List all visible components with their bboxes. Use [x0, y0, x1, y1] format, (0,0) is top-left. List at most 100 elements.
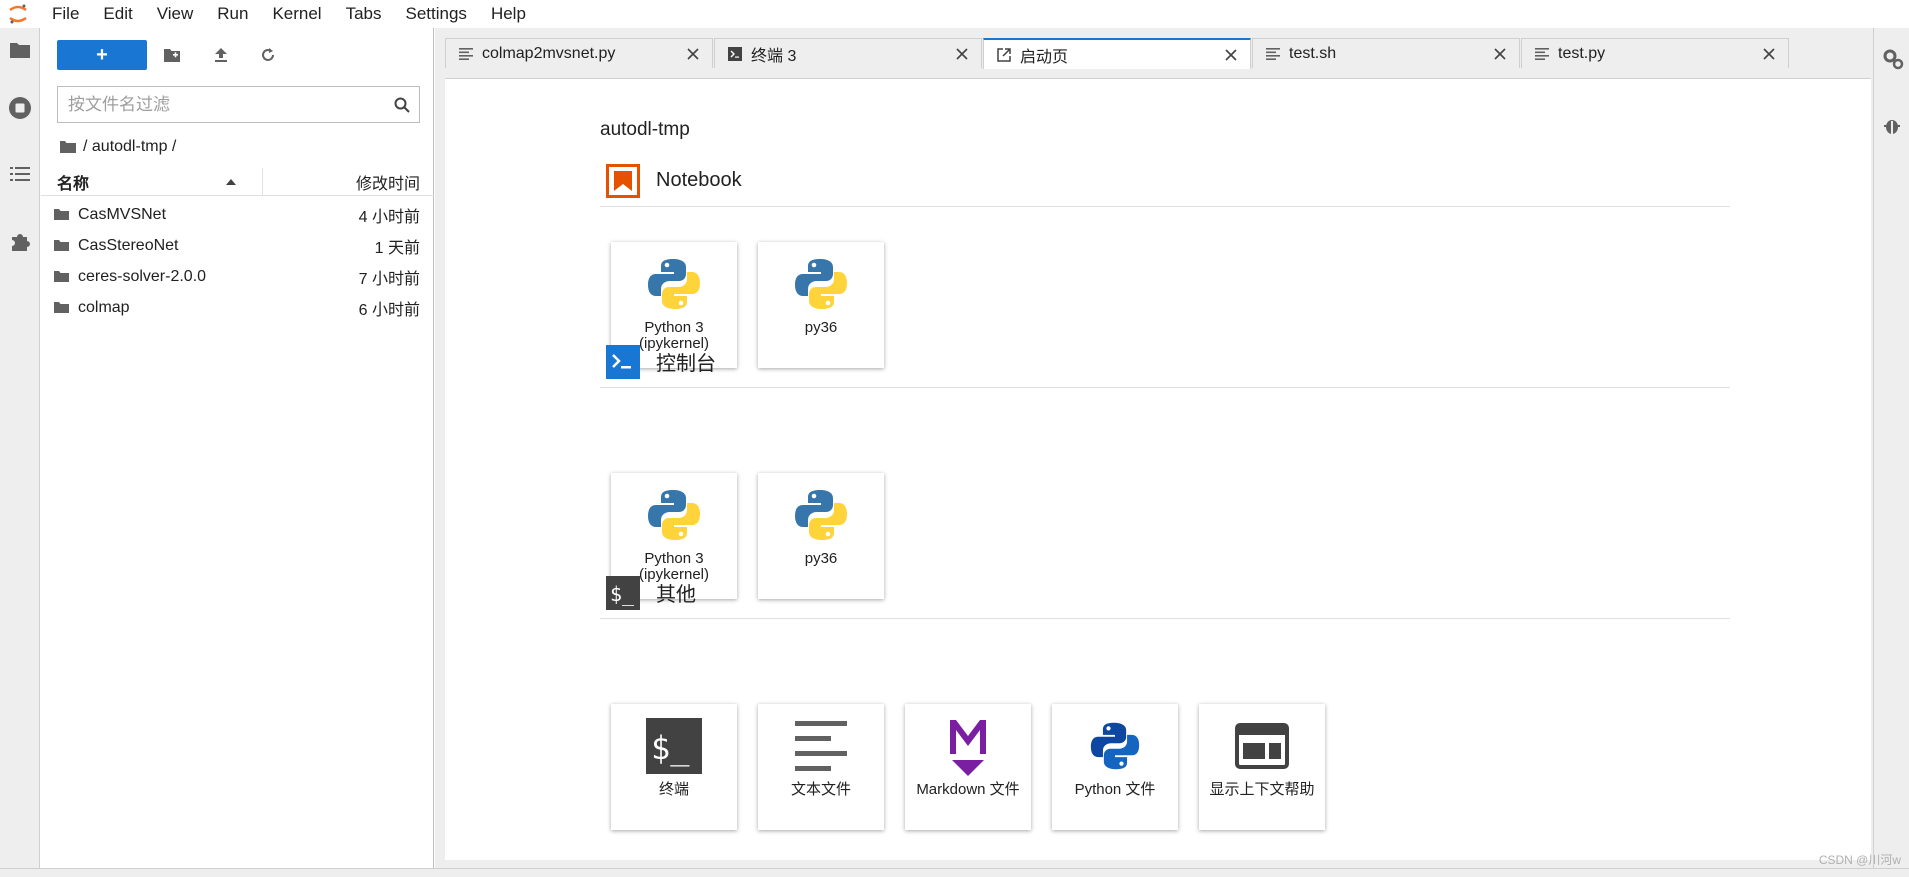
menu-bar: File Edit View Run Kernel Tabs Settings …	[0, 0, 1909, 28]
other-icon: $_	[606, 575, 640, 610]
new-folder-icon	[164, 48, 180, 62]
tab-label: test.sh	[1289, 44, 1337, 62]
tab-launcher[interactable]: 启动页	[983, 38, 1251, 69]
tab-label: 终端 3	[751, 47, 797, 65]
card-label: py36	[804, 319, 838, 336]
extension-icon	[12, 234, 30, 251]
search-icon	[385, 97, 419, 113]
card-label: 终端	[658, 781, 689, 798]
console-icon	[606, 344, 640, 379]
property-inspector-tab[interactable]	[1882, 48, 1904, 75]
markdown-file-card[interactable]: Markdown 文件	[905, 704, 1031, 830]
file-row[interactable]: CasMVSNet 4 小时前	[41, 199, 434, 230]
python-logo-icon	[791, 485, 851, 545]
menu-tabs[interactable]: Tabs	[334, 0, 394, 28]
console-section-title: 控制台	[656, 353, 716, 375]
modified-column-header[interactable]: 修改时间	[263, 170, 434, 194]
python-file-card[interactable]: Python 文件	[1052, 704, 1178, 830]
python-logo-icon	[644, 485, 704, 545]
filter-input[interactable]	[58, 94, 385, 115]
breadcrumb-path[interactable]: / autodl-tmp /	[83, 138, 176, 156]
menu-kernel[interactable]: Kernel	[260, 0, 333, 28]
folder-icon	[54, 302, 69, 313]
bug-icon	[1884, 120, 1900, 134]
file-row[interactable]: colmap 6 小时前	[41, 292, 434, 323]
file-modified: 7 小时前	[358, 270, 420, 288]
card-label: py36	[804, 550, 838, 567]
debugger-tab[interactable]	[1882, 116, 1902, 141]
activity-bar	[0, 28, 40, 868]
new-launcher-button[interactable]: +	[57, 40, 147, 70]
upload-icon	[215, 48, 227, 62]
context-help-icon	[1232, 716, 1292, 776]
new-folder-button[interactable]	[159, 42, 185, 68]
close-icon[interactable]	[1220, 44, 1242, 66]
running-icon	[9, 97, 31, 119]
folder-icon	[54, 240, 69, 251]
filter-search-box	[57, 86, 420, 123]
context-help-card[interactable]: 显示上下文帮助	[1199, 704, 1325, 830]
menu-view[interactable]: View	[145, 0, 206, 28]
terminal-icon	[727, 46, 743, 62]
name-column-label: 名称	[57, 175, 90, 193]
text-file-icon	[1534, 46, 1550, 62]
svg-text:$_: $_	[610, 582, 635, 606]
running-sessions-tab[interactable]	[0, 88, 40, 128]
menu-settings[interactable]: Settings	[394, 0, 479, 28]
folder-icon	[10, 43, 30, 58]
folder-icon	[54, 271, 69, 282]
svg-text:$_: $_	[651, 729, 690, 767]
tab-label: colmap2mvsnet.py	[482, 44, 616, 62]
upload-button[interactable]	[208, 42, 234, 68]
home-folder-icon[interactable]	[59, 140, 77, 154]
card-label: Markdown 文件	[916, 781, 1020, 798]
menu-edit[interactable]: Edit	[91, 0, 144, 28]
name-column-header[interactable]: 名称	[41, 167, 263, 196]
tab-label: test.py	[1558, 44, 1606, 62]
file-row[interactable]: CasStereoNet 1 天前	[41, 230, 434, 261]
right-sidebar	[1873, 28, 1909, 868]
tab-test-sh[interactable]: test.sh	[1252, 38, 1520, 68]
console-section-header: 控制台	[600, 336, 1730, 388]
tab-terminal-3[interactable]: 终端 3	[714, 38, 982, 68]
python-logo-icon	[791, 254, 851, 314]
extension-manager-tab[interactable]	[0, 222, 40, 262]
file-name: colmap	[78, 298, 130, 316]
tab-colmap2mvsnet[interactable]: colmap2mvsnet.py	[445, 38, 713, 68]
close-icon[interactable]	[682, 43, 704, 65]
terminal-card[interactable]: $_ 终端	[611, 704, 737, 830]
menu-help[interactable]: Help	[479, 0, 538, 28]
launcher-cwd: autodl-tmp	[600, 119, 690, 140]
file-browser-tab[interactable]	[0, 30, 40, 70]
close-icon[interactable]	[1758, 43, 1780, 65]
file-browser-toolbar: +	[41, 38, 434, 74]
file-modified: 6 小时前	[358, 301, 420, 319]
python-logo-icon	[644, 254, 704, 314]
file-name: CasMVSNet	[78, 205, 167, 223]
breadcrumb: / autodl-tmp /	[59, 133, 176, 161]
status-bar	[0, 868, 1909, 877]
python-file-icon	[1085, 716, 1145, 776]
text-file-card[interactable]: 文本文件	[758, 704, 884, 830]
file-name: CasStereoNet	[78, 236, 179, 254]
close-icon[interactable]	[951, 43, 973, 65]
menu-run[interactable]: Run	[205, 0, 260, 28]
folder-icon	[54, 209, 69, 220]
launcher-icon	[996, 47, 1012, 63]
card-label: 文本文件	[790, 781, 851, 798]
gears-icon	[1883, 49, 1904, 70]
menu-file[interactable]: File	[40, 0, 91, 28]
table-of-contents-tab[interactable]	[0, 154, 40, 194]
card-label: 显示上下文帮助	[1209, 781, 1315, 798]
file-row[interactable]: ceres-solver-2.0.0 7 小时前	[41, 261, 434, 292]
sort-ascending-icon	[226, 178, 236, 185]
close-icon[interactable]	[1489, 43, 1511, 65]
tab-bar: colmap2mvsnet.py 终端 3 启动页 test.sh test.p…	[435, 38, 1873, 69]
notebook-section-title: Notebook	[656, 169, 742, 191]
terminal-icon: $_	[644, 716, 704, 776]
file-browser-panel: + / autodl-tmp / 名称 修改时间 CasMVSNet	[41, 28, 434, 868]
launcher-panel: autodl-tmp Notebook Python 3 (ipykernel)…	[445, 78, 1871, 860]
tab-test-py[interactable]: test.py	[1521, 38, 1789, 68]
refresh-button[interactable]	[255, 42, 281, 68]
main-dock-area: colmap2mvsnet.py 终端 3 启动页 test.sh test.p…	[435, 28, 1873, 868]
